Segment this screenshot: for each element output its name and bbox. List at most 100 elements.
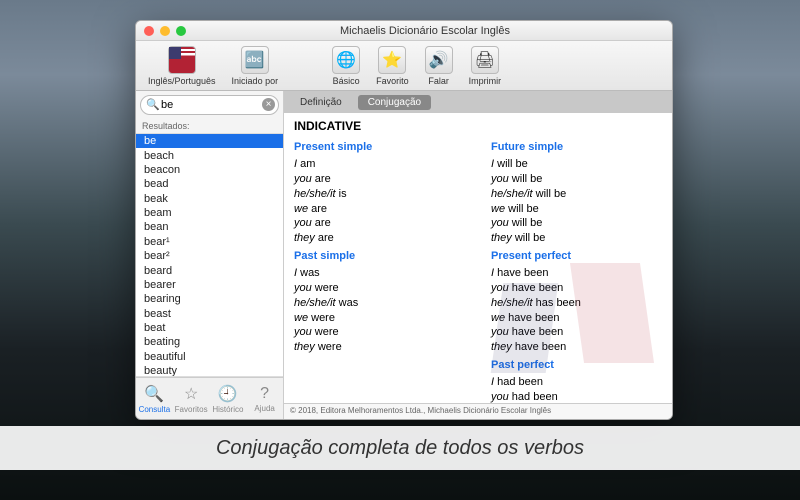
tab-label: Favoritos bbox=[175, 405, 208, 414]
conjugation-line: he/she/it will be bbox=[491, 187, 662, 202]
conjugation-line: they are bbox=[294, 231, 465, 246]
conjugation-line: I have been bbox=[491, 266, 662, 281]
globe-icon: 🌐 bbox=[332, 46, 360, 74]
help-icon: ? bbox=[260, 385, 269, 403]
zoom-icon[interactable] bbox=[176, 26, 186, 36]
search-icon: 🔍 bbox=[144, 384, 164, 404]
search-input[interactable] bbox=[140, 95, 279, 115]
tense-heading: Past perfect bbox=[491, 359, 662, 371]
results-list[interactable]: bebeachbeaconbeadbeakbeambeanbear¹bear²b… bbox=[136, 133, 283, 377]
toolbar-basic[interactable]: 🌐 Básico bbox=[328, 44, 364, 88]
conjugation-line: they will be bbox=[491, 231, 662, 246]
tab-conjugacao[interactable]: Conjugação bbox=[358, 95, 431, 110]
speaker-icon: 🔊 bbox=[425, 46, 453, 74]
conjugation-line: they were bbox=[294, 340, 465, 355]
close-icon[interactable] bbox=[144, 26, 154, 36]
flag-us-icon bbox=[168, 46, 196, 74]
tab-label: Ajuda bbox=[254, 404, 274, 413]
list-item[interactable]: bearer bbox=[136, 278, 283, 292]
list-item[interactable]: bean bbox=[136, 220, 283, 234]
tab-label: Histórico bbox=[212, 405, 243, 414]
list-item[interactable]: bearing bbox=[136, 292, 283, 306]
list-item[interactable]: be bbox=[136, 134, 283, 148]
list-item[interactable]: beak bbox=[136, 192, 283, 206]
toolbar-label: Inglês/Português bbox=[148, 76, 216, 86]
content-area: Definição Conjugação INDICATIVE Present … bbox=[284, 91, 672, 419]
list-item[interactable]: beautiful bbox=[136, 350, 283, 364]
conjugation-line: I will be bbox=[491, 157, 662, 172]
mood-heading: INDICATIVE bbox=[294, 119, 662, 133]
toolbar-label: Iniciado por bbox=[232, 76, 279, 86]
content-tabs: Definição Conjugação bbox=[284, 91, 672, 113]
conjugation-line: you are bbox=[294, 216, 465, 231]
list-item[interactable]: bear¹ bbox=[136, 235, 283, 249]
toolbar-favorite[interactable]: ⭐ Favorito bbox=[372, 44, 413, 88]
conjugation-line: he/she/it has been bbox=[491, 296, 662, 311]
tab-consulta[interactable]: 🔍Consulta bbox=[136, 378, 173, 419]
clock-icon: 🕘 bbox=[218, 384, 238, 404]
toolbar-label: Imprimir bbox=[469, 76, 502, 86]
tab-label: Consulta bbox=[139, 405, 171, 414]
conjugation-line: we were bbox=[294, 311, 465, 326]
search-icon: 🔍 bbox=[146, 98, 160, 111]
tab-ajuda[interactable]: ?Ajuda bbox=[246, 378, 283, 419]
conjugation-line: you had been bbox=[491, 390, 662, 403]
printer-icon: 🖨 bbox=[471, 46, 499, 74]
conjugation-line: you were bbox=[294, 281, 465, 296]
toolbar-speak[interactable]: 🔊 Falar bbox=[421, 44, 457, 88]
list-item[interactable]: beacon bbox=[136, 163, 283, 177]
conjugation-line: he/she/it is bbox=[294, 187, 465, 202]
conjugation-line: you will be bbox=[491, 216, 662, 231]
conjugation-line: you have been bbox=[491, 281, 662, 296]
toolbar-language[interactable]: Inglês/Português bbox=[144, 44, 220, 88]
conjugation-line: we have been bbox=[491, 311, 662, 326]
star-icon: ⭐ bbox=[378, 46, 406, 74]
tab-definicao[interactable]: Definição bbox=[290, 95, 352, 110]
conjugation-line: we will be bbox=[491, 202, 662, 217]
copyright-footer: © 2018, Editora Melhoramentos Ltda., Mic… bbox=[284, 403, 672, 419]
toolbar: Inglês/Português 🔤 Iniciado por 🌐 Básico ⭐… bbox=[136, 41, 672, 91]
list-item[interactable]: beauty bbox=[136, 364, 283, 377]
list-item[interactable]: beat bbox=[136, 321, 283, 335]
toolbar-label: Favorito bbox=[376, 76, 409, 86]
list-item[interactable]: beast bbox=[136, 307, 283, 321]
conjugation-line: you will be bbox=[491, 172, 662, 187]
conjugation-line: we are bbox=[294, 202, 465, 217]
conjugation-left-col: Present simpleI amyou arehe/she/it iswe … bbox=[294, 137, 465, 403]
conjugation-line: I had been bbox=[491, 375, 662, 390]
tense-heading: Present simple bbox=[294, 141, 465, 153]
list-item[interactable]: bear² bbox=[136, 249, 283, 263]
toolbar-print[interactable]: 🖨 Imprimir bbox=[465, 44, 506, 88]
titlebar: Michaelis Dicionário Escolar Inglês bbox=[136, 21, 672, 41]
app-window: Michaelis Dicionário Escolar Inglês Ingl… bbox=[135, 20, 673, 420]
conjugation-line: I was bbox=[294, 266, 465, 281]
conjugation-line: he/she/it was bbox=[294, 296, 465, 311]
window-controls bbox=[144, 26, 186, 36]
results-header: Resultados: bbox=[136, 119, 283, 133]
list-item[interactable]: beard bbox=[136, 263, 283, 277]
marketing-caption: Conjugação completa de todos os verbos bbox=[0, 426, 800, 470]
tense-heading: Present perfect bbox=[491, 250, 662, 262]
window-title: Michaelis Dicionário Escolar Inglês bbox=[186, 25, 664, 37]
desktop-wallpaper: Michaelis Dicionário Escolar Inglês Ingl… bbox=[0, 0, 800, 500]
search-field: 🔍 × bbox=[140, 95, 279, 115]
list-item[interactable]: beating bbox=[136, 335, 283, 349]
minimize-icon[interactable] bbox=[160, 26, 170, 36]
tense-heading: Future simple bbox=[491, 141, 662, 153]
list-item[interactable]: bead bbox=[136, 177, 283, 191]
sidebar-bottom-tabs: 🔍Consulta ☆Favoritos 🕘Histórico ?Ajuda bbox=[136, 377, 283, 419]
tab-favoritos[interactable]: ☆Favoritos bbox=[173, 378, 210, 419]
tab-historico[interactable]: 🕘Histórico bbox=[210, 378, 247, 419]
abc-icon: 🔤 bbox=[241, 46, 269, 74]
list-item[interactable]: beach bbox=[136, 148, 283, 162]
conjugation-line: I am bbox=[294, 157, 465, 172]
clear-icon[interactable]: × bbox=[262, 98, 275, 111]
conjugation-line: you have been bbox=[491, 325, 662, 340]
tense-heading: Past simple bbox=[294, 250, 465, 262]
toolbar-startswith[interactable]: 🔤 Iniciado por bbox=[228, 44, 283, 88]
toolbar-label: Básico bbox=[333, 76, 360, 86]
toolbar-label: Falar bbox=[428, 76, 449, 86]
list-item[interactable]: beam bbox=[136, 206, 283, 220]
conjugation-pane: INDICATIVE Present simple I am you are he/s… bbox=[284, 113, 672, 403]
star-icon: ☆ bbox=[184, 384, 198, 404]
